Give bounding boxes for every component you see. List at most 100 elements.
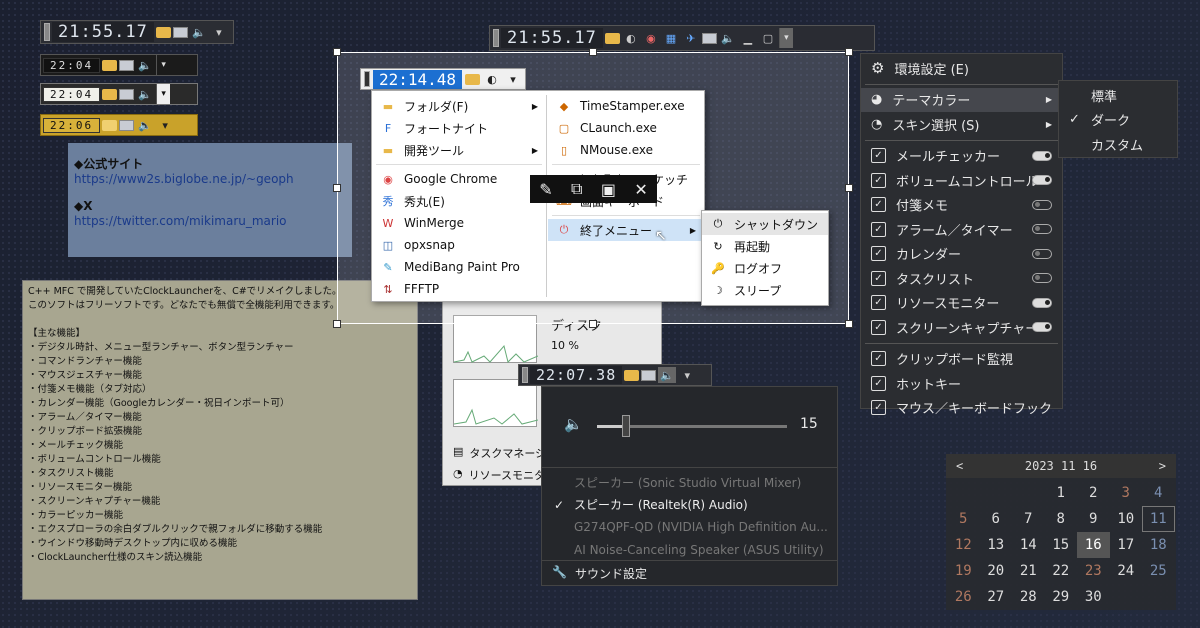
chevron-down-icon[interactable]: ▾ [156,117,174,133]
menu-item[interactable]: ▬ フォルダ(F) ▶ [372,95,546,117]
clock-widget-2[interactable]: 22:04 🔈 ▾ [40,54,198,76]
theme-option[interactable]: カスタム [1059,132,1177,157]
menu-item[interactable]: ◆ TimeStamper.exe [548,95,704,117]
feature-item[interactable]: ✓ ボリュームコントロール [861,168,1062,193]
calendar-day[interactable]: 29 [1045,584,1078,610]
calendar-day[interactable]: 24 [1110,558,1143,584]
sound-panel[interactable]: 🔈 15 スピーカー (Sonic Studio Virtual Mixer) ✓… [541,386,838,586]
mail-icon[interactable] [701,32,717,44]
terminal-icon[interactable]: ▁ [739,30,757,46]
folder-icon[interactable] [604,32,620,44]
checkbox-icon[interactable]: ✓ [871,246,886,262]
speaker-icon[interactable]: 🔈 [658,367,677,383]
chevron-down-icon[interactable]: ▾ [504,71,522,87]
sound-settings-item[interactable]: 🔧 サウンド設定 [552,565,647,582]
calendar-day[interactable]: 6 [980,506,1013,532]
theme-submenu[interactable]: 標準 ✓ ダーク カスタム [1058,80,1178,158]
toggle-switch[interactable] [1032,175,1052,186]
resize-handle[interactable] [333,48,341,56]
menu-item[interactable]: ◫ opxsnap [372,234,546,256]
theme-option[interactable]: ✓ ダーク [1059,108,1177,133]
sound-clock[interactable]: 22:07.38 🔈 ▾ [518,364,712,386]
calendar-day[interactable]: 1 [1045,480,1078,506]
theme-option[interactable]: 標準 [1059,83,1177,108]
calendar-day[interactable]: 14 [1012,532,1045,558]
chevron-down-icon[interactable]: ▾ [156,55,170,75]
app-icon[interactable]: ▦ [662,30,680,46]
folder-icon[interactable] [102,59,118,71]
mail-icon[interactable] [172,26,188,38]
taskbar-clock[interactable]: 21:55.17 ◐ ◉ ▦ ✈ 🔈 ▁ ▢ ▾ [489,25,875,51]
checkbox-icon[interactable]: ✓ [871,197,886,213]
drag-handle[interactable] [522,367,528,383]
checkbox-icon[interactable]: ✓ [871,172,886,188]
chevron-down-icon[interactable]: ▾ [156,84,171,104]
checkbox-icon[interactable]: ✓ [871,375,886,391]
mail-icon[interactable] [119,88,135,100]
menu-item[interactable]: ▯ NMouse.exe [548,139,704,161]
calendar-day[interactable]: 16 [1077,532,1110,558]
checkbox-icon[interactable]: ✓ [871,400,886,416]
calendar-day[interactable]: 10 [1110,506,1143,532]
calendar-day[interactable]: 2 [1077,480,1110,506]
menu-item-skin[interactable]: ◔ スキン選択 (S) ▶ [861,112,1062,137]
calendar-day[interactable]: 28 [1012,584,1045,610]
calendar-day[interactable]: 27 [980,584,1013,610]
calendar-day[interactable]: 5 [947,506,980,532]
mail-icon[interactable] [119,59,135,71]
shutdown-item[interactable]: 🔑 ログオフ [702,257,828,279]
resize-handle[interactable] [845,184,853,192]
audio-device[interactable]: G274QPF-QD (NVIDIA High Definition Au... [542,516,839,539]
resize-handle[interactable] [845,320,853,328]
close-icon[interactable]: ✕ [634,180,647,199]
audio-device[interactable]: ✓ スピーカー (Realtek(R) Audio) [542,494,839,517]
app-icon[interactable]: ◐ [483,71,501,87]
chevron-down-icon[interactable]: ▾ [678,367,696,383]
menu-item[interactable]: 秀秀丸(E) [372,190,546,212]
menu-item[interactable]: ◉ Google Chrome [372,168,546,190]
calendar-day[interactable]: 22 [1045,558,1078,584]
toggle-switch[interactable] [1032,297,1052,308]
menu-item[interactable]: ▬ 開発ツール ▶ [372,139,546,161]
calendar-day[interactable]: 20 [980,558,1013,584]
mail-icon[interactable] [641,369,657,381]
toggle-switch[interactable] [1032,273,1052,284]
chevron-down-icon[interactable]: ▾ [778,28,793,48]
calendar-prev-button[interactable]: < [956,459,963,473]
shutdown-submenu[interactable]: ⏻ シャットダウン ↻ 再起動 🔑 ログオフ ☽ スリープ [701,210,829,306]
shutdown-item[interactable]: ↻ 再起動 [702,235,828,257]
calendar-day[interactable]: 30 [1077,584,1110,610]
calendar-widget[interactable]: < 2023 11 16 > 1 2 3 4 5 6 7 8 9 10 11 12 13 14 15 16 17… [946,454,1176,610]
menu-item[interactable]: W WinMerge [372,212,546,234]
menu-item[interactable]: ⇅ FFFTP [372,278,546,300]
menu-item[interactable]: ▢ CLaunch.exe [548,117,704,139]
toggle-switch[interactable] [1032,150,1052,161]
checkbox-icon[interactable]: ✓ [871,295,886,311]
toggle-switch[interactable] [1032,248,1052,259]
note-link[interactable]: https://www2s.biglobe.ne.jp/~geoph [74,172,346,187]
main-clock[interactable]: 22:14.48 ◐ ▾ [360,68,527,90]
toggle-switch[interactable] [1032,224,1052,235]
calendar-day[interactable]: 25 [1142,558,1175,584]
menu-item[interactable]: ✎ MediBang Paint Pro [372,256,546,278]
folder-icon[interactable] [102,88,118,100]
shutdown-item[interactable]: ⏻ シャットダウン [702,213,828,235]
speaker-icon[interactable]: 🔈 [719,30,737,46]
drag-handle[interactable] [44,23,50,41]
checkbox-icon[interactable]: ✓ [871,270,886,286]
feature-item[interactable]: ✓ リソースモニター [861,291,1062,316]
calendar-day[interactable]: 15 [1045,532,1078,558]
folder-icon[interactable] [624,369,640,381]
checkbox-icon[interactable]: ✓ [871,319,886,335]
mail-icon[interactable] [119,119,135,131]
menu-item-env[interactable]: ⚙ 環境設定 (E) [861,56,1062,81]
speaker-icon[interactable]: 🔈 [136,57,154,73]
menu-item[interactable]: F フォートナイト [372,117,546,139]
clock-widget-4[interactable]: 22:06 🔈 ▾ [40,114,198,136]
calendar-day[interactable]: 13 [980,532,1013,558]
feature-item[interactable]: ✓ カレンダー [861,242,1062,267]
chrome-icon[interactable]: ◉ [642,30,660,46]
clock-widget-1[interactable]: 21:55.17 🔈 ▾ [40,20,234,44]
resize-handle[interactable] [845,48,853,56]
calendar-day[interactable]: 19 [947,558,980,584]
